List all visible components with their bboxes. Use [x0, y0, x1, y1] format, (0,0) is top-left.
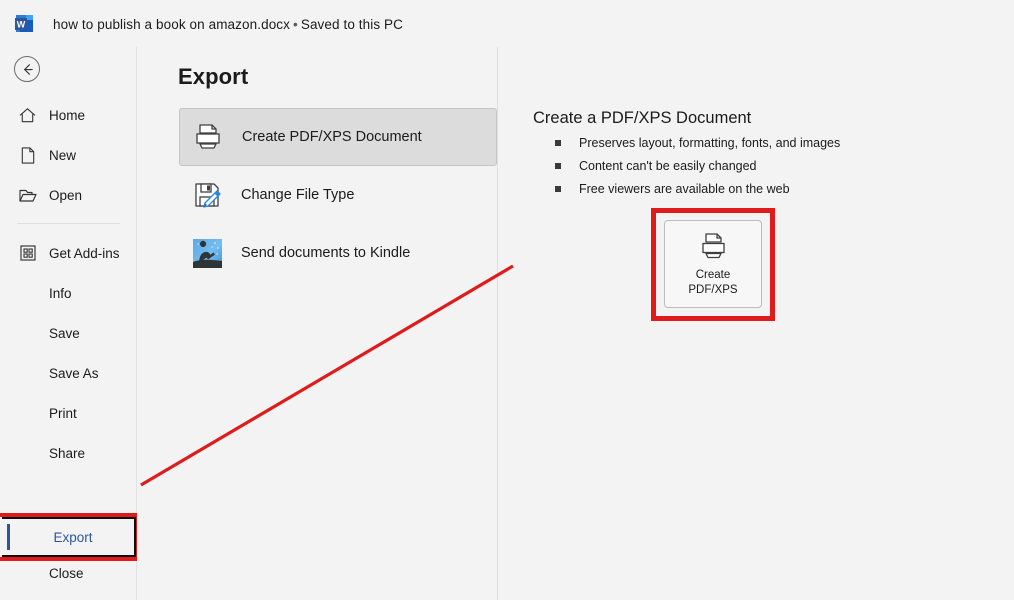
sidebar-item-label: Save As — [49, 365, 99, 381]
create-pdf-xps-label-line1: Create — [695, 269, 731, 281]
sidebar-item-print[interactable]: Print — [0, 393, 137, 433]
export-options-list: Create PDF/XPS Document Change File Type — [179, 108, 497, 282]
svg-text:W: W — [17, 20, 26, 30]
list-item: Content can't be easily changed — [555, 156, 840, 177]
content-divider — [497, 47, 498, 600]
create-pdf-xps-label-line2: PDF/XPS — [688, 284, 738, 296]
bullet-text: Preserves layout, formatting, fonts, and… — [579, 136, 841, 150]
save-edit-icon — [188, 176, 226, 214]
sidebar-item-label: Get Add-ins — [49, 245, 120, 261]
sidebar-item-save-as[interactable]: Save As — [0, 353, 137, 393]
sidebar-item-label: Home — [49, 107, 86, 123]
sidebar-item-export[interactable]: Export — [0, 513, 140, 561]
save-status: Saved to this PC — [300, 17, 403, 32]
create-pdf-xps-button[interactable]: Create PDF/XPS — [664, 220, 762, 308]
home-icon — [17, 105, 38, 126]
create-pdf-xps-label: Create PDF/XPS — [688, 268, 737, 298]
sidebar-item-home[interactable]: Home — [0, 95, 137, 135]
sidebar-item-label: Close — [49, 565, 84, 581]
title-separator: • — [293, 17, 298, 32]
document-title: how to publish a book on amazon.docx • Sav… — [53, 17, 403, 32]
bullet-text: Free viewers are available on the web — [579, 182, 790, 196]
kindle-icon — [188, 234, 226, 272]
page-title: Export — [178, 64, 249, 89]
title-bar: W how to publish a book on amazon.docx • S… — [0, 0, 1014, 47]
export-pane: Export Create PDF/XPS Document Change Fi… — [137, 47, 1014, 600]
sidebar-item-label: Print — [49, 405, 77, 421]
folder-icon — [17, 185, 38, 206]
sidebar-item-label: Export — [53, 529, 93, 545]
export-option-label: Create PDF/XPS Document — [242, 129, 422, 145]
bullet-text: Content can't be easily changed — [579, 159, 757, 173]
export-option-send-to-kindle[interactable]: Send documents to Kindle — [179, 224, 497, 282]
sidebar-item-label: New — [49, 147, 77, 163]
page-icon — [17, 145, 38, 166]
list-item: Free viewers are available on the web — [555, 179, 840, 200]
list-item: Preserves layout, formatting, fonts, and… — [555, 133, 840, 154]
sidebar-item-label: Open — [49, 187, 83, 203]
details-bullet-list: Preserves layout, formatting, fonts, and… — [555, 133, 840, 202]
export-option-change-file-type[interactable]: Change File Type — [179, 166, 497, 224]
sidebar-item-label: Share — [49, 445, 86, 461]
printer-icon — [189, 118, 227, 156]
word-logo-icon: W — [12, 12, 36, 36]
bullet-square-icon — [555, 163, 561, 169]
export-selection-bar — [7, 524, 10, 550]
sidebar-item-label: Save — [49, 325, 80, 341]
sidebar-item-new[interactable]: New — [0, 135, 137, 175]
export-option-label: Send documents to Kindle — [241, 245, 411, 261]
sidebar-item-save[interactable]: Save — [0, 313, 137, 353]
sidebar-divider-top — [17, 223, 120, 224]
backstage-sidebar: Home New Open Get Add-ins Info Save Save… — [0, 47, 140, 600]
sidebar-item-label: Info — [49, 285, 72, 301]
bullet-square-icon — [555, 186, 561, 192]
export-option-create-pdf-xps[interactable]: Create PDF/XPS Document — [179, 108, 497, 166]
document-filename: how to publish a book on amazon.docx — [53, 17, 291, 32]
export-outline-box: Export — [2, 517, 136, 557]
word-backstage-export-screen: W how to publish a book on amazon.docx • S… — [0, 0, 1014, 600]
sidebar-item-info[interactable]: Info — [0, 273, 137, 313]
sidebar-item-get-add-ins[interactable]: Get Add-ins — [0, 233, 137, 273]
bullet-square-icon — [555, 140, 561, 146]
export-option-label: Change File Type — [241, 187, 355, 203]
printer-icon — [693, 230, 733, 264]
sidebar-item-open[interactable]: Open — [0, 175, 137, 215]
sidebar-item-share[interactable]: Share — [0, 433, 137, 473]
grid-icon — [17, 243, 38, 264]
back-arrow-icon[interactable] — [14, 56, 40, 82]
details-title: Create a PDF/XPS Document — [533, 109, 752, 127]
